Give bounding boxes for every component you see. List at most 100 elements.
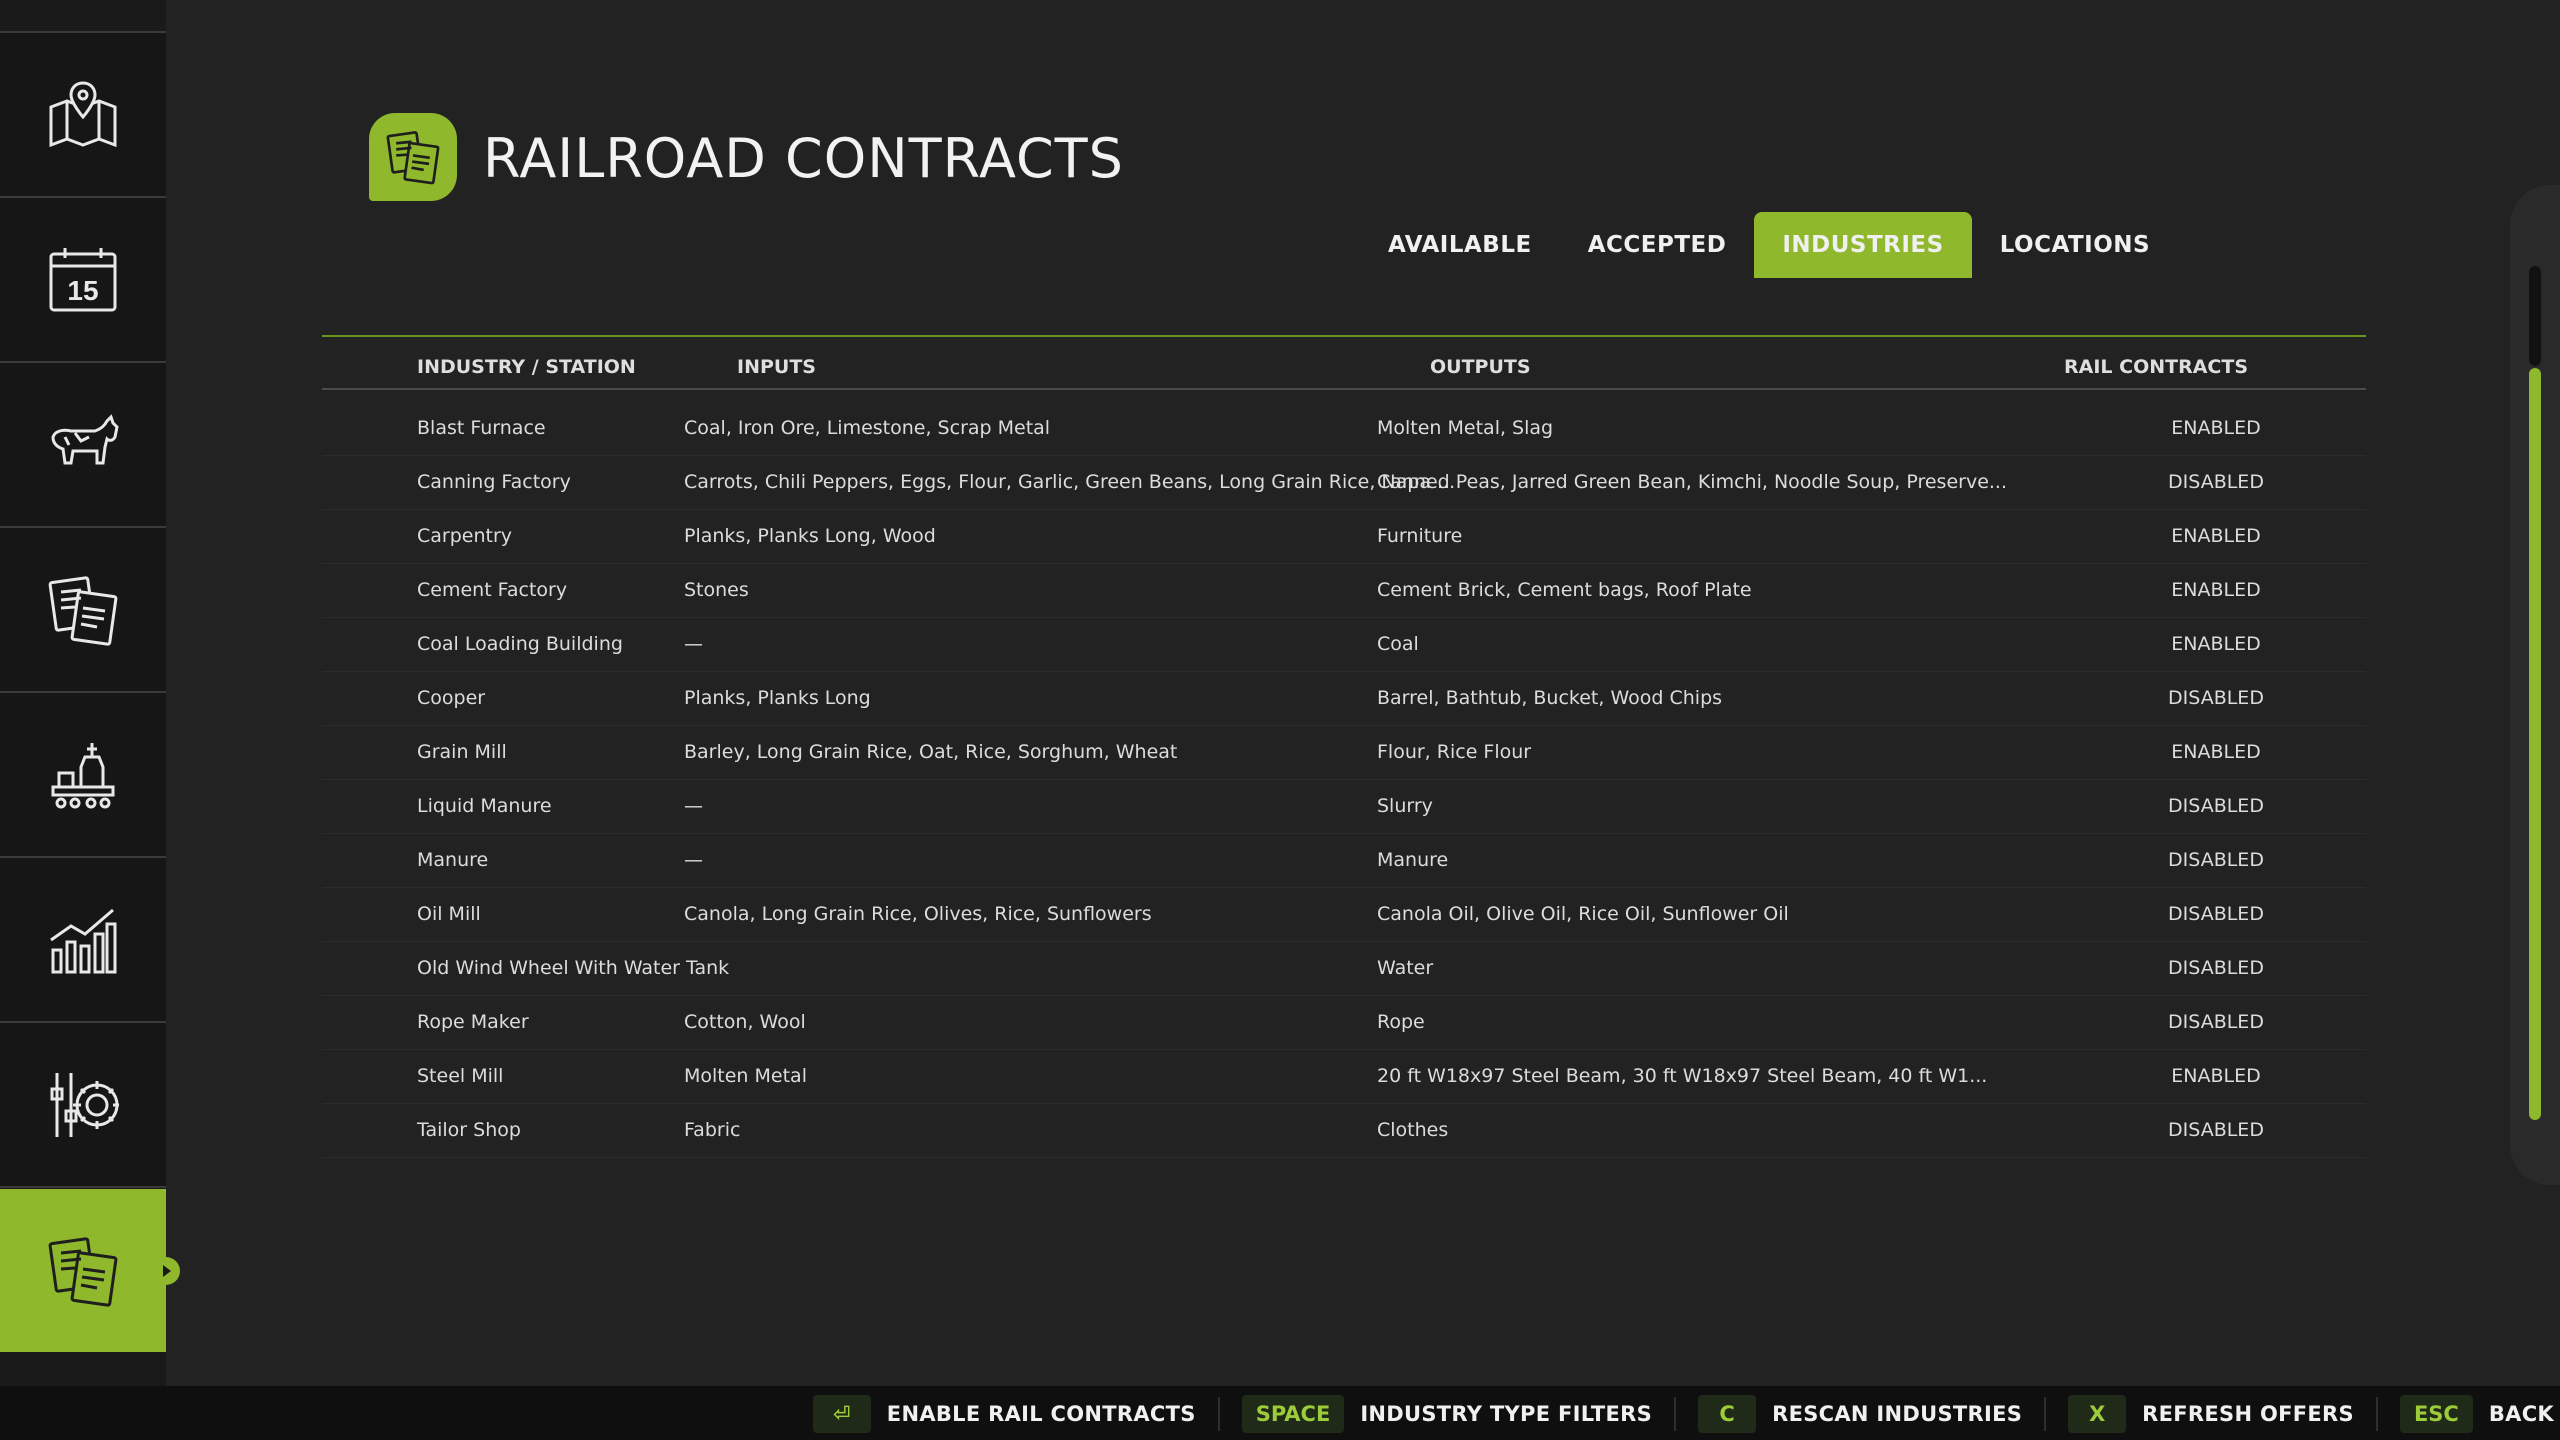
outputs-cell: Furniture	[1377, 525, 1463, 547]
tab-locations[interactable]: LOCATIONS	[1972, 212, 2178, 278]
railroad-contracts-icon	[48, 1236, 118, 1307]
sidebar-item-production[interactable]	[0, 693, 166, 858]
table-row[interactable]: Rope Maker Cotton, Wool Rope DISABLED	[322, 996, 2366, 1050]
documents-icon	[48, 575, 118, 646]
outputs-cell: Clothes	[1377, 1119, 1449, 1141]
sidebar-item-railroad-contracts[interactable]	[0, 1189, 180, 1352]
outputs-cell: Coal	[1377, 633, 1419, 655]
bottom-action-bar: ⏎ ENABLE RAIL CONTRACTS SPACE INDUSTRY TYPE…	[0, 1386, 2560, 1440]
sidebar-item-settings[interactable]	[0, 1023, 166, 1188]
table-row[interactable]: Grain Mill Barley, Long Grain Rice, Oat, …	[322, 726, 2366, 780]
outputs-cell: Cement Brick, Cement bags, Roof Plate	[1377, 579, 1752, 601]
industry-name: Cooper	[417, 687, 486, 709]
table-row[interactable]: Coal Loading Building — Coal ENABLED	[322, 618, 2366, 672]
page-title-icon	[369, 113, 457, 201]
action-separator	[2044, 1397, 2047, 1431]
industry-name: Manure	[417, 849, 489, 871]
column-header-inputs[interactable]: INPUTS	[737, 356, 816, 378]
table-row[interactable]: Cooper Planks, Planks Long Barrel, Bathtub…	[322, 672, 2366, 726]
outputs-cell: Water	[1377, 957, 1434, 979]
active-indicator-arrow	[152, 1256, 180, 1285]
industry-name: Carpentry	[417, 525, 513, 547]
outputs-cell: Slurry	[1377, 795, 1433, 817]
rail-contracts-status: ENABLED	[2171, 741, 2261, 763]
sidebar-item-animals[interactable]	[0, 363, 166, 528]
action-back[interactable]: ESC BACK	[2399, 1395, 2554, 1433]
production-icon	[51, 742, 115, 808]
rail-contracts-status: DISABLED	[2168, 849, 2264, 871]
table-row[interactable]: Canning Factory Carrots, Chili Peppers, E…	[322, 456, 2366, 510]
column-header-industry[interactable]: INDUSTRY / STATION	[417, 356, 636, 378]
column-header-outputs[interactable]: OUTPUTS	[1430, 356, 1531, 378]
action-label: REFRESH OFFERS	[2142, 1402, 2354, 1426]
inputs-cell: Barley, Long Grain Rice, Oat, Rice, Sorg…	[684, 741, 1178, 763]
table-row[interactable]: Cement Factory Stones Cement Brick, Cement…	[322, 564, 2366, 618]
industry-name: Steel Mill	[417, 1065, 504, 1087]
table-row[interactable]: Oil Mill Canola, Long Grain Rice, Olives,…	[322, 888, 2366, 942]
outputs-cell: 20 ft W18x97 Steel Beam, 30 ft W18x97 St…	[1377, 1065, 1988, 1087]
key-hint: SPACE	[1241, 1395, 1345, 1433]
sidebar-item-contracts[interactable]	[0, 528, 166, 693]
table-row[interactable]: Blast Furnace Coal, Iron Ore, Limestone, …	[322, 402, 2366, 456]
action-label: RESCAN INDUSTRIES	[1772, 1402, 2023, 1426]
industry-name: Blast Furnace	[417, 417, 546, 439]
industry-name: Grain Mill	[417, 741, 507, 763]
inputs-cell: —	[684, 633, 703, 655]
outputs-cell: Manure	[1377, 849, 1449, 871]
action-refresh-offers[interactable]: X REFRESH OFFERS	[2068, 1395, 2354, 1433]
industry-name: Oil Mill	[417, 903, 481, 925]
calendar-icon: 15	[49, 247, 117, 311]
key-hint: C	[1698, 1395, 1757, 1433]
table-row[interactable]: Old Wind Wheel With Water Tank Water DISAB…	[322, 942, 2366, 996]
rail-contracts-status: DISABLED	[2168, 687, 2264, 709]
sidebar-item-statistics[interactable]	[0, 858, 166, 1023]
table-row[interactable]: Liquid Manure — Slurry DISABLED	[322, 780, 2366, 834]
table-row[interactable]: Manure — Manure DISABLED	[322, 834, 2366, 888]
inputs-cell: —	[684, 795, 703, 817]
action-enable-rail-contracts[interactable]: ⏎ ENABLE RAIL CONTRACTS	[812, 1395, 1196, 1433]
action-separator	[2375, 1397, 2378, 1431]
inputs-cell: Fabric	[684, 1119, 741, 1141]
tab-available[interactable]: AVAILABLE	[1360, 212, 1560, 278]
rail-contracts-status: DISABLED	[2168, 471, 2264, 493]
action-rescan-industries[interactable]: C RESCAN INDUSTRIES	[1698, 1395, 2022, 1433]
rail-contracts-status: ENABLED	[2171, 579, 2261, 601]
industry-name: Rope Maker	[417, 1011, 529, 1033]
industry-name: Coal Loading Building	[417, 633, 623, 655]
sidebar: 15	[0, 0, 180, 1386]
inputs-cell: Planks, Planks Long, Wood	[684, 525, 936, 547]
cow-icon	[51, 413, 119, 464]
map-icon	[49, 80, 117, 147]
rail-contracts-status: ENABLED	[2171, 525, 2261, 547]
rail-contracts-status: DISABLED	[2168, 795, 2264, 817]
rail-contracts-status: DISABLED	[2168, 1011, 2264, 1033]
table-top-divider	[322, 335, 2366, 337]
action-industry-type-filters[interactable]: SPACE INDUSTRY TYPE FILTERS	[1241, 1395, 1652, 1433]
sidebar-item-map[interactable]	[0, 33, 166, 198]
column-header-rail-contracts[interactable]: RAIL CONTRACTS	[2064, 356, 2248, 378]
outputs-cell: Rope	[1377, 1011, 1425, 1033]
rail-contracts-status: ENABLED	[2171, 417, 2261, 439]
table-row[interactable]: Carpentry Planks, Planks Long, Wood Furnit…	[322, 510, 2366, 564]
outputs-cell: Flour, Rice Flour	[1377, 741, 1532, 763]
tab-industries[interactable]: INDUSTRIES	[1754, 212, 1972, 278]
scrollbar-top	[2529, 266, 2541, 366]
documents-icon	[386, 131, 440, 185]
tab-accepted[interactable]: ACCEPTED	[1560, 212, 1755, 278]
action-separator	[1674, 1397, 1677, 1431]
tab-bar: AVAILABLE ACCEPTED INDUSTRIES LOCATIONS	[1360, 212, 2178, 278]
sidebar-item-calendar[interactable]: 15	[0, 198, 166, 363]
industry-name: Tailor Shop	[417, 1119, 521, 1141]
inputs-cell: —	[684, 849, 703, 871]
rail-contracts-status: ENABLED	[2171, 1065, 2261, 1087]
action-label: ENABLE RAIL CONTRACTS	[886, 1402, 1196, 1426]
scrollbar-thumb[interactable]	[2529, 368, 2541, 1120]
key-hint: ESC	[2399, 1395, 2473, 1433]
industry-name: Canning Factory	[417, 471, 571, 493]
table-row[interactable]: Steel Mill Molten Metal 20 ft W18x97 Steel…	[322, 1050, 2366, 1104]
table-row[interactable]: Tailor Shop Fabric Clothes DISABLED	[322, 1104, 2366, 1158]
industry-name: Cement Factory	[417, 579, 568, 601]
industry-name: Liquid Manure	[417, 795, 552, 817]
calendar-day: 15	[67, 275, 98, 306]
enter-key-icon: ⏎	[812, 1395, 871, 1433]
